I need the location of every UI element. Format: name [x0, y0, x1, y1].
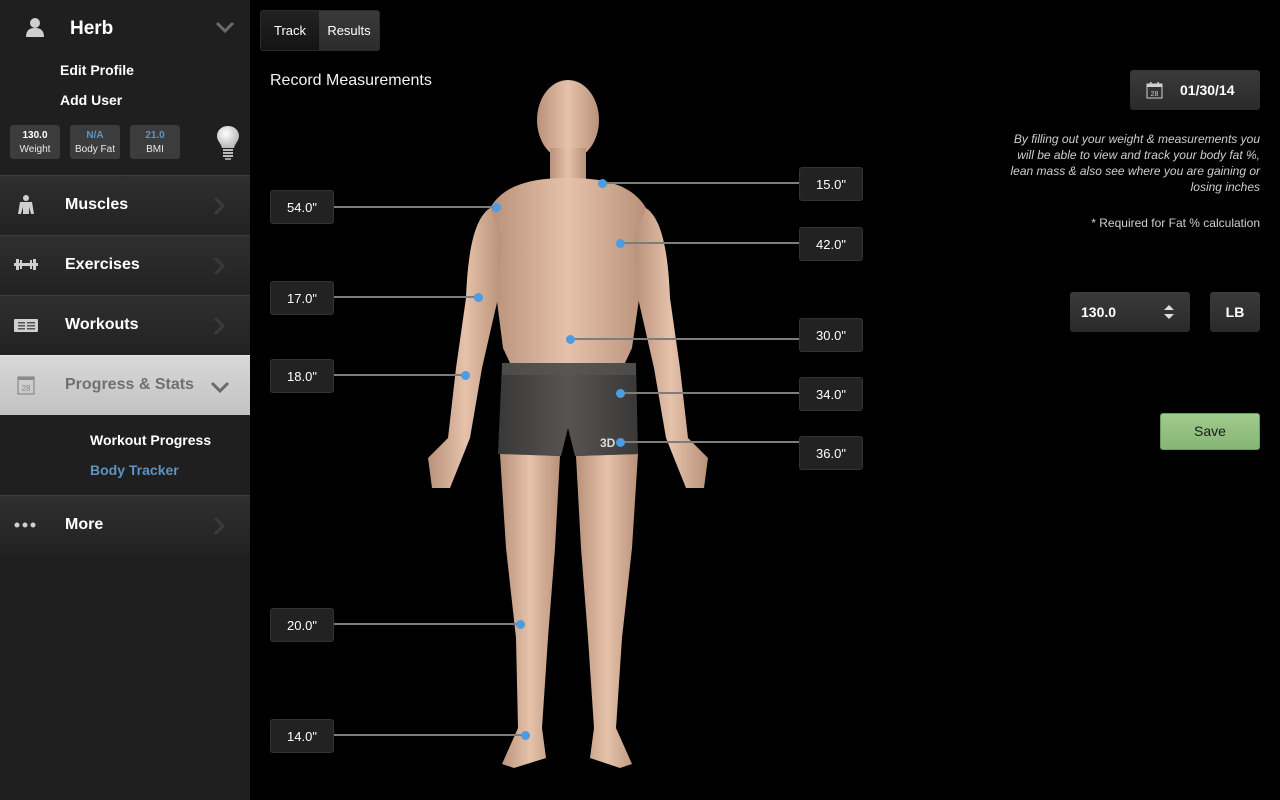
leader-line — [334, 734, 525, 736]
required-note: * Required for Fat % calculation — [1091, 216, 1260, 230]
brand-logo: 3D — [600, 436, 616, 450]
marker-shoulders — [492, 203, 501, 212]
nav-label-progress-stats: Progress & Stats — [65, 376, 194, 393]
bmi-stat: 21.0 BMI — [130, 125, 180, 159]
weight-stat-label: Weight — [19, 144, 51, 155]
chevron-down-icon — [210, 381, 230, 394]
nav-label-muscles: Muscles — [65, 196, 129, 213]
measurement-biceps[interactable]: 17.0" — [270, 281, 334, 315]
sidebar: Herb Edit Profile Add User 130.0 Weight … — [0, 0, 250, 800]
chevron-right-icon — [213, 316, 226, 336]
view-tabs: Track Results — [260, 10, 380, 51]
nav-item-exercises[interactable]: Exercises — [0, 235, 250, 295]
profile-panel: Herb Edit Profile Add User 130.0 Weight … — [0, 0, 250, 175]
leader-line — [620, 242, 799, 244]
leader-line — [334, 623, 520, 625]
chevron-down-icon[interactable] — [214, 18, 236, 36]
nav-item-more[interactable]: More — [0, 495, 250, 555]
chevron-right-icon — [213, 196, 226, 216]
more-icon — [14, 522, 36, 528]
page-title: Record Measurements — [270, 72, 432, 89]
nav-label-workouts: Workouts — [65, 316, 139, 333]
nav-label-exercises: Exercises — [65, 256, 140, 273]
sub-link-workout-progress[interactable]: Workout Progress — [90, 432, 211, 448]
marker-thigh — [616, 438, 625, 447]
bmi-stat-label: BMI — [146, 144, 164, 155]
leader-line — [334, 206, 496, 208]
marker-hips — [616, 389, 625, 398]
body-fat-stat-value: N/A — [86, 130, 104, 141]
measurement-neck[interactable]: 15.0" — [799, 167, 863, 201]
measurement-hips[interactable]: 34.0" — [799, 377, 863, 411]
marker-neck — [598, 179, 607, 188]
calendar-day: 28 — [22, 384, 31, 393]
leader-line — [602, 182, 799, 184]
leader-line — [620, 392, 799, 394]
measurement-waist[interactable]: 30.0" — [799, 318, 863, 352]
muscles-icon — [18, 195, 34, 214]
marker-waist — [566, 335, 575, 344]
weight-stat-value: 130.0 — [22, 130, 48, 141]
leader-line — [620, 441, 799, 443]
workouts-icon — [14, 319, 38, 332]
weight-stat: 130.0 Weight — [10, 125, 60, 159]
calendar-icon: 28 — [1146, 82, 1163, 99]
body-fat-stat-label: Body Fat — [74, 144, 116, 155]
measurement-chest[interactable]: 42.0" — [799, 227, 863, 261]
weight-stepper[interactable]: 130.0 — [1070, 292, 1190, 332]
user-name[interactable]: Herb — [70, 18, 113, 40]
date-value: 01/30/14 — [1180, 82, 1235, 98]
measurement-ankle[interactable]: 14.0" — [270, 719, 334, 753]
nav-item-workouts[interactable]: Workouts — [0, 295, 250, 355]
marker-ankle — [521, 731, 530, 740]
nav-item-progress-stats[interactable]: 28 Progress & Stats — [0, 355, 250, 415]
measurement-thigh[interactable]: 36.0" — [799, 436, 863, 470]
user-icon — [26, 18, 44, 37]
tab-track[interactable]: Track — [261, 11, 319, 50]
measurement-shoulders[interactable]: 54.0" — [270, 190, 334, 224]
edit-profile-link[interactable]: Edit Profile — [60, 62, 134, 78]
nav-item-muscles[interactable]: Muscles — [0, 175, 250, 235]
marker-biceps — [474, 293, 483, 302]
save-button[interactable]: Save — [1160, 413, 1260, 450]
sub-link-body-tracker[interactable]: Body Tracker — [90, 462, 179, 478]
chevron-right-icon — [213, 256, 226, 276]
weight-input-value[interactable]: 130.0 — [1081, 304, 1116, 320]
marker-forearm — [461, 371, 470, 380]
measurement-calf[interactable]: 20.0" — [270, 608, 334, 642]
info-text: By filling out your weight & measurement… — [1010, 132, 1260, 194]
leader-line — [570, 338, 799, 340]
up-down-arrows-icon[interactable] — [1164, 305, 1174, 319]
add-user-link[interactable]: Add User — [60, 92, 122, 108]
calendar-day: 28 — [1151, 91, 1159, 98]
date-picker-button[interactable]: 28 01/30/14 — [1130, 70, 1260, 110]
lightbulb-icon[interactable] — [215, 125, 241, 161]
calendar-icon: 28 — [17, 376, 35, 395]
marker-calf — [516, 620, 525, 629]
bmi-stat-value: 21.0 — [145, 130, 165, 141]
dumbbell-icon — [14, 259, 38, 270]
chevron-right-icon — [213, 516, 226, 536]
tab-results[interactable]: Results — [319, 11, 379, 50]
leader-line — [334, 296, 478, 298]
leader-line — [334, 374, 465, 376]
body-fat-stat: N/A Body Fat — [70, 125, 120, 159]
measurement-forearm[interactable]: 18.0" — [270, 359, 334, 393]
nav-label-more: More — [65, 516, 104, 533]
unit-toggle-button[interactable]: LB — [1210, 292, 1260, 332]
marker-chest — [616, 239, 625, 248]
